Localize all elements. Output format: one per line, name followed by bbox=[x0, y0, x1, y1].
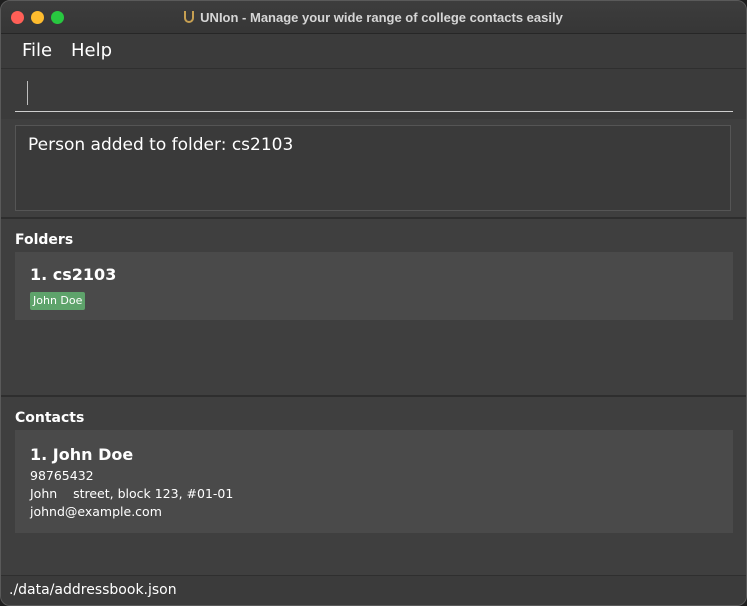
command-area bbox=[1, 69, 746, 119]
menu-file[interactable]: File bbox=[22, 40, 52, 61]
contact-card[interactable]: 1. John Doe 98765432 John street, block … bbox=[15, 430, 733, 533]
folders-heading: Folders bbox=[15, 232, 74, 248]
section-divider bbox=[1, 217, 746, 219]
folder-title: 1. cs2103 bbox=[30, 265, 117, 284]
window-title-wrap: UNIon - Manage your wide range of colleg… bbox=[1, 1, 746, 33]
contact-phone: 98765432 bbox=[30, 468, 94, 483]
save-location-path: ./data/addressbook.json bbox=[9, 582, 177, 598]
menu-bar: File Help bbox=[1, 34, 746, 69]
menu-help[interactable]: Help bbox=[71, 40, 112, 61]
app-window: UNIon - Manage your wide range of colleg… bbox=[0, 0, 747, 606]
contact-email: johnd@example.com bbox=[30, 504, 162, 519]
result-message: Person added to folder: cs2103 bbox=[28, 135, 294, 155]
window-title: UNIon - Manage your wide range of colleg… bbox=[200, 9, 563, 25]
contacts-heading: Contacts bbox=[15, 410, 85, 426]
app-logo-icon bbox=[184, 11, 195, 23]
result-display: Person added to folder: cs2103 bbox=[15, 125, 731, 211]
text-caret bbox=[27, 81, 28, 105]
contact-name: 1. John Doe bbox=[30, 445, 134, 464]
status-bar: ./data/addressbook.json bbox=[1, 575, 746, 605]
command-input[interactable] bbox=[15, 75, 733, 112]
folder-card[interactable]: 1. cs2103 John Doe bbox=[15, 252, 733, 320]
title-bar: UNIon - Manage your wide range of colleg… bbox=[1, 1, 746, 34]
contact-address: John street, block 123, #01-01 bbox=[30, 486, 234, 501]
folder-member-tag: John Doe bbox=[30, 292, 86, 310]
section-divider bbox=[1, 395, 746, 397]
